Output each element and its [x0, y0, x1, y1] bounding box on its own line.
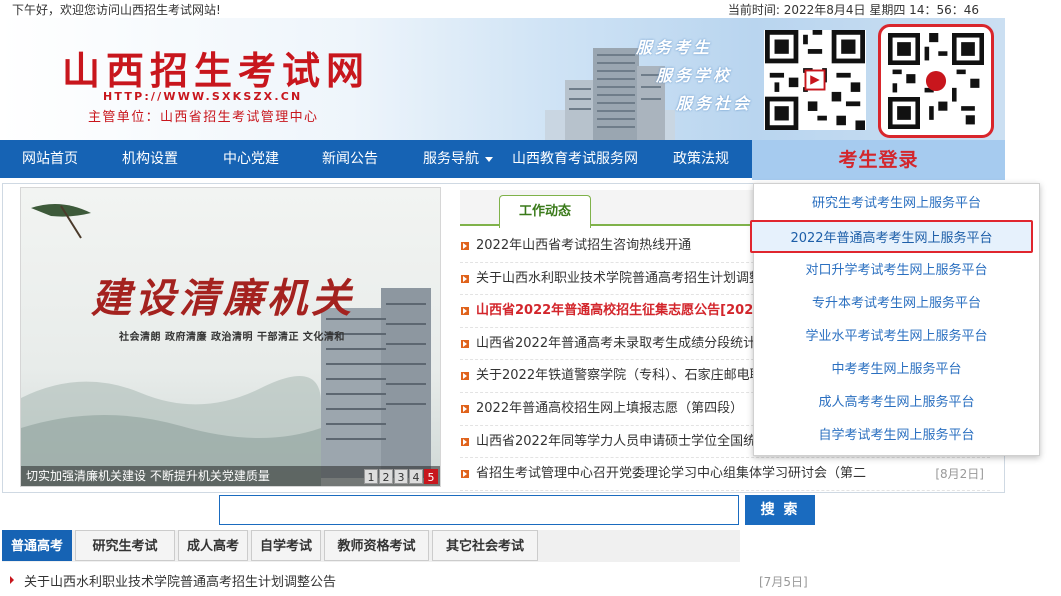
news-date: [8月2日] — [935, 467, 984, 482]
site-logo-title[interactable]: 山西招生考试网 — [62, 40, 370, 95]
news-item[interactable]: 省招生考试管理中心召开党委理论学习中心组集体学习研讨会（第二 [8月2日] — [460, 458, 990, 491]
caret-down-icon — [485, 156, 493, 162]
nav-item-edu-exam-service[interactable]: 山西教育考试服务网 — [512, 140, 638, 178]
list-item-title: 关于山西水利职业技术学院普通高考招生计划调整公告 — [24, 575, 337, 590]
slider-page-2[interactable]: 2 — [379, 469, 393, 484]
bullet-arrow-icon — [461, 404, 469, 413]
tab-gaokao[interactable]: 普通高考 — [2, 530, 72, 561]
bullet-arrow-icon — [461, 437, 469, 446]
image-slider[interactable]: 建设清廉机关 社会清朗 政府清廉 政治清明 干部清正 文化清和 切实加强清廉机关… — [20, 187, 441, 487]
candidate-login-tab[interactable]: 考生登录 — [752, 140, 1005, 180]
news-title: 关于山西水利职业技术学院普通高考招生计划调整公告 — [476, 270, 789, 286]
tab-self-study-exam[interactable]: 自学考试 — [251, 530, 321, 561]
bullet-arrow-icon — [461, 339, 469, 348]
bullet-arrow-icon — [461, 470, 469, 479]
nav-item-home[interactable]: 网站首页 — [22, 140, 78, 178]
tab-adult-exam[interactable]: 成人高考 — [178, 530, 248, 561]
tab-teacher-qualification[interactable]: 教师资格考试 — [324, 530, 429, 561]
slogans: 服务考生 服务学校 服务社会 — [636, 34, 752, 118]
exam-category-tabs: 普通高考 研究生考试 成人高考 自学考试 教师资格考试 其它社会考试 — [2, 530, 740, 562]
slogan-1: 服务考生 — [636, 38, 713, 57]
slogan-3: 服务社会 — [676, 94, 753, 113]
current-time: 当前时间: 2022年8月4日 星期四 14：56：46 — [727, 3, 979, 17]
menu-item-upgrade-exam[interactable]: 专升本考试考生网上服务平台 — [754, 287, 1039, 320]
search-input[interactable] — [219, 495, 739, 525]
menu-item-adult-exam[interactable]: 成人高考考生网上服务平台 — [754, 386, 1039, 419]
slider-page-1[interactable]: 1 — [364, 469, 378, 484]
header-banner: 山西招生考试网 HTTP://WWW.SXKSZX.CN 主管单位：山西省招生考… — [0, 18, 1005, 140]
news-title: 省招生考试管理中心召开党委理论学习中心组集体学习研讨会（第二 — [476, 466, 867, 482]
news-title: 山西省2022年同等学力人员申请硕士学位全国统考 — [476, 433, 770, 449]
nav-item-service-nav-label: 服务导航 — [423, 151, 479, 167]
sponsor-text: 主管单位：山西省招生考试管理中心 — [88, 110, 319, 125]
slider-title: 建设清廉机关 — [91, 275, 355, 322]
slider-pagination: 1 2 3 4 5 — [364, 469, 438, 484]
nav-item-service-nav[interactable]: 服务导航 — [423, 140, 493, 178]
menu-item-vocational-exam[interactable]: 对口升学考试考生网上服务平台 — [754, 254, 1039, 287]
bullet-arrow-icon — [461, 307, 469, 316]
menu-item-zhongkao[interactable]: 中考考生网上服务平台 — [754, 353, 1039, 386]
top-bar: 下午好，欢迎您访问山西招生考试网站! 当前时间: 2022年8月4日 星期四 1… — [0, 0, 1005, 18]
news-title: 山西省2022年普通高考未录取考生成绩分段统计 — [476, 335, 757, 351]
news-title: 2022年普通高校招生网上填报志愿（第四段） — [476, 400, 744, 416]
list-item-date: [7月5日] — [759, 575, 808, 589]
menu-item-gaokao-2022[interactable]: 2022年普通高考考生网上服务平台 — [750, 220, 1033, 253]
menu-item-graduate-exam[interactable]: 研究生考试考生网上服务平台 — [754, 187, 1039, 220]
list-item[interactable]: 关于山西水利职业技术学院普通高考招生计划调整公告 — [10, 571, 336, 590]
tab-graduate-exam[interactable]: 研究生考试 — [75, 530, 175, 561]
bullet-arrow-icon — [461, 242, 469, 250]
menu-item-academic-level-exam[interactable]: 学业水平考试考生网上服务平台 — [754, 320, 1039, 353]
login-dropdown-menu: 研究生考试考生网上服务平台 2022年普通高考考生网上服务平台 对口升学考试考生… — [750, 183, 1040, 456]
slider-subtitle: 社会清朗 政府清廉 政治清明 干部清正 文化清和 — [119, 332, 345, 343]
slider-page-5[interactable]: 5 — [424, 469, 438, 484]
bullet-arrow-icon — [461, 372, 469, 381]
nav-item-organization[interactable]: 机构设置 — [122, 140, 178, 178]
slogan-2: 服务学校 — [656, 66, 733, 85]
nav-item-news[interactable]: 新闻公告 — [322, 140, 378, 178]
menu-item-self-study-exam[interactable]: 自学考试考生网上服务平台 — [754, 419, 1039, 452]
greeting-text: 下午好，欢迎您访问山西招生考试网站! — [12, 3, 221, 17]
wechat-qr-code-icon — [878, 24, 994, 138]
site-url: HTTP://WWW.SXKSZX.CN — [103, 90, 303, 103]
slider-page-4[interactable]: 4 — [409, 469, 423, 484]
slider-page-3[interactable]: 3 — [394, 469, 408, 484]
search-button[interactable]: 搜 索 — [745, 495, 815, 525]
bullet-arrow-icon — [461, 274, 469, 283]
bullet-arrow-icon — [10, 576, 14, 584]
nav-item-party-building[interactable]: 中心党建 — [223, 140, 279, 178]
qr-code-icon — [764, 30, 866, 130]
news-title: 2022年山西省考试招生咨询热线开通 — [476, 238, 692, 253]
tab-work-news[interactable]: 工作动态 — [499, 195, 591, 228]
tab-other-exams[interactable]: 其它社会考试 — [432, 530, 538, 561]
nav-item-policy[interactable]: 政策法规 — [673, 140, 729, 178]
